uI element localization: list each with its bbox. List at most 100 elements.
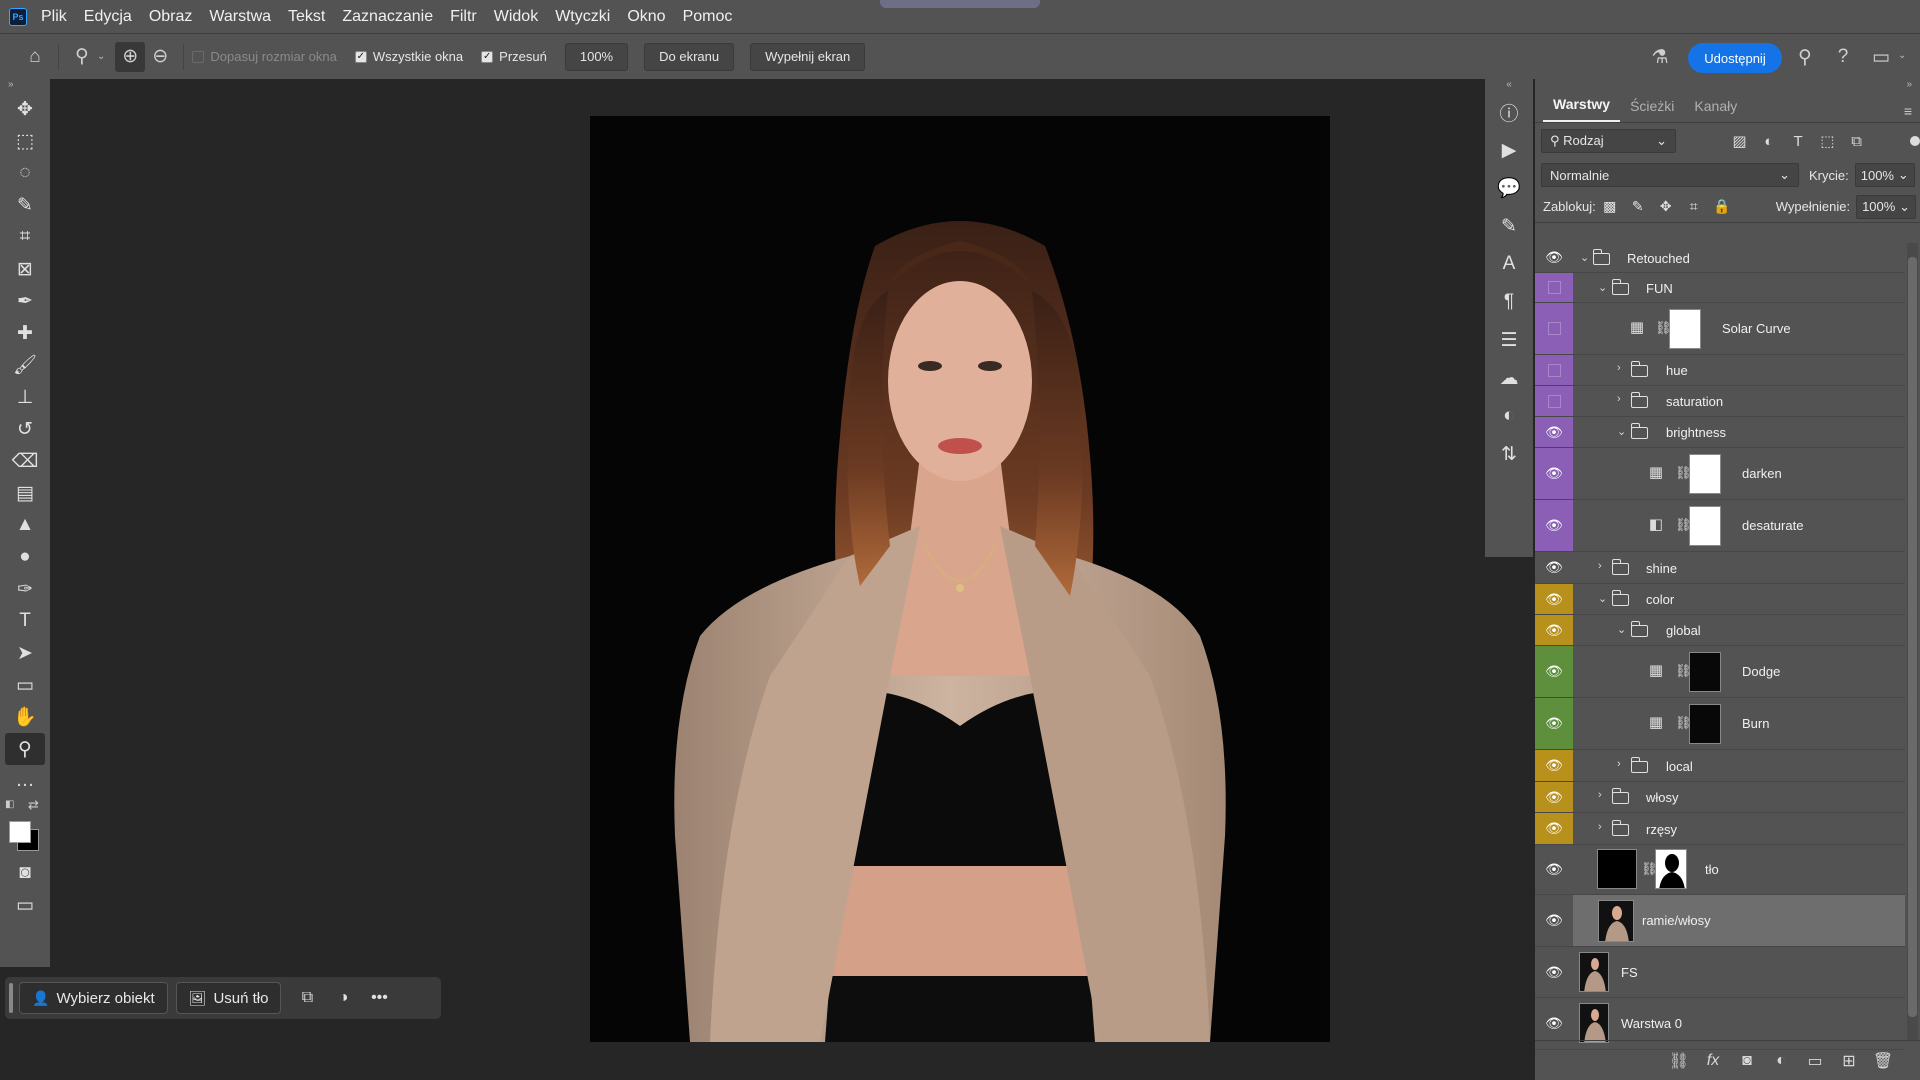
adjustments-icon[interactable]: ◐ <box>1485 397 1533 435</box>
layer-row[interactable]: 👁 ▦ ⛓ Burn <box>1535 698 1905 750</box>
layer-row[interactable]: › saturation <box>1535 386 1905 417</box>
actions-play-icon[interactable]: ▶ <box>1485 131 1533 169</box>
lock-all-icon[interactable]: 🔒 <box>1708 198 1736 215</box>
menu-layer[interactable]: Warstwa <box>209 8 271 26</box>
properties-icon[interactable]: ☰ <box>1485 321 1533 359</box>
remove-background-button[interactable]: 🖼 Usuń tło <box>175 982 282 1014</box>
menu-window[interactable]: Okno <box>627 8 665 26</box>
layer-row[interactable]: 👁 › local <box>1535 750 1905 782</box>
visibility-toggle[interactable] <box>1535 386 1573 416</box>
visibility-toggle[interactable]: 👁 <box>1535 813 1573 844</box>
comments-icon[interactable]: 💬 <box>1485 169 1533 207</box>
add-mask-icon[interactable]: ◙ <box>1730 1052 1764 1070</box>
healing-brush-tool-icon[interactable]: ✚ <box>5 317 45 349</box>
foreground-color-swatch[interactable] <box>9 821 31 843</box>
history-brush-tool-icon[interactable]: ↺ <box>5 413 45 445</box>
layer-mask-thumbnail[interactable] <box>1669 309 1701 349</box>
type-filter-icon[interactable]: T <box>1783 133 1812 150</box>
new-group-icon[interactable]: ▭ <box>1798 1051 1832 1071</box>
layer-mask-thumbnail[interactable] <box>1655 849 1687 889</box>
canvas-area[interactable] <box>50 79 1485 1080</box>
layer-row[interactable]: 👁 ⌄ Retouched <box>1535 243 1905 273</box>
layer-row[interactable]: ▦ ⛓ Solar Curve <box>1535 303 1905 355</box>
object-selection-tool-icon[interactable]: ✎ <box>5 189 45 221</box>
help-icon[interactable]: ? <box>1828 42 1858 72</box>
adjustment-icon[interactable]: ◑ <box>325 982 361 1014</box>
transform-icon[interactable]: ⧉ <box>289 982 325 1014</box>
layer-row[interactable]: 👁 › włosy <box>1535 782 1905 813</box>
zoom-percent-field[interactable]: 100% <box>564 42 629 71</box>
menu-image[interactable]: Obraz <box>149 8 193 26</box>
move-tool-icon[interactable]: ✥ <box>5 93 45 125</box>
fit-screen-button[interactable]: Do ekranu <box>644 42 735 71</box>
brush-settings-icon[interactable]: ✎ <box>1485 207 1533 245</box>
layer-mask-thumbnail[interactable] <box>1689 454 1721 494</box>
swap-colors-icon[interactable]: ⇄ <box>28 797 39 813</box>
menu-filter[interactable]: Filtr <box>450 8 477 26</box>
layer-mask-thumbnail[interactable] <box>1689 506 1721 546</box>
menu-select[interactable]: Zaznaczanie <box>342 8 433 26</box>
lock-artboard-icon[interactable]: ⌗ <box>1680 198 1708 215</box>
layer-row[interactable]: › hue <box>1535 355 1905 386</box>
taskbar-drag-handle[interactable] <box>9 983 13 1013</box>
chevron-right-icon[interactable]: › <box>1598 789 1602 801</box>
info-icon[interactable]: ⓘ <box>1485 93 1533 131</box>
layer-row[interactable]: 👁 ⌄ global <box>1535 615 1905 646</box>
layer-thumbnail[interactable] <box>1579 952 1609 992</box>
new-layer-icon[interactable]: ⊞ <box>1832 1051 1866 1071</box>
menu-help[interactable]: Pomoc <box>683 8 733 26</box>
default-colors-icon[interactable]: ◧ <box>5 799 14 810</box>
visibility-toggle[interactable]: 👁 <box>1535 500 1573 551</box>
opacity-field[interactable]: 100% ⌄ <box>1854 163 1915 187</box>
collapse-panel-icon[interactable]: « <box>1485 79 1533 93</box>
layer-row[interactable]: 👁 ⌄ brightness <box>1535 417 1905 448</box>
filter-kind-dropdown[interactable]: ⚲ Rodzaj ⌄ <box>1541 129 1677 153</box>
zoom-tool-preset-icon[interactable]: ⚲ <box>67 42 97 72</box>
shape-filter-icon[interactable]: ⬚ <box>1813 132 1842 150</box>
libraries-icon[interactable]: ☁ <box>1485 359 1533 397</box>
smart-object-filter-icon[interactable]: ⧉ <box>1842 133 1871 150</box>
search-icon[interactable]: ⚲ <box>1790 42 1820 72</box>
visibility-toggle[interactable]: 👁 <box>1535 895 1573 946</box>
visibility-toggle[interactable]: 👁 <box>1535 552 1573 583</box>
chevron-down-icon[interactable]: ⌄ <box>1580 251 1589 264</box>
pen-tool-icon[interactable]: ✑ <box>5 573 45 605</box>
lock-transparent-icon[interactable]: ▩ <box>1596 198 1624 215</box>
visibility-toggle[interactable]: 👁 <box>1535 845 1573 894</box>
tab-paths[interactable]: Ścieżki <box>1620 98 1684 122</box>
visibility-toggle[interactable] <box>1535 273 1573 302</box>
select-subject-button[interactable]: 👤 Wybierz obiekt <box>19 982 168 1014</box>
lasso-tool-icon[interactable]: ◌ <box>5 157 45 189</box>
layer-row[interactable]: 👁 ramie/włosy <box>1535 895 1905 947</box>
marquee-tool-icon[interactable]: ⬚ <box>5 125 45 157</box>
window-drag-handle[interactable] <box>880 0 1040 8</box>
chevron-down-icon[interactable]: ⌄ <box>1898 50 1906 61</box>
share-button[interactable]: Udostępnij <box>1688 43 1782 73</box>
document-image[interactable] <box>590 116 1330 1042</box>
character-icon[interactable]: A <box>1485 245 1533 283</box>
channels-icon[interactable]: ⇅ <box>1485 435 1533 473</box>
tab-layers[interactable]: Warstwy <box>1543 96 1621 122</box>
visibility-toggle[interactable]: 👁 <box>1535 417 1573 447</box>
screen-mode-icon[interactable]: ▭ <box>5 889 45 921</box>
crop-tool-icon[interactable]: ⌗ <box>5 221 45 253</box>
visibility-toggle[interactable]: 👁 <box>1535 448 1573 499</box>
layer-row[interactable]: 👁 › shine <box>1535 552 1905 584</box>
scrubby-zoom-checkbox[interactable]: ✓ Przesuń <box>481 49 547 64</box>
chevron-down-icon[interactable]: ⌄ <box>1598 592 1607 605</box>
link-layers-icon[interactable]: ⛓ <box>1662 1051 1696 1071</box>
more-options-icon[interactable]: ••• <box>361 982 397 1014</box>
layer-thumbnail[interactable] <box>1598 900 1634 942</box>
chevron-right-icon[interactable]: › <box>1617 393 1621 405</box>
visibility-toggle[interactable]: 👁 <box>1535 243 1573 272</box>
layer-mask-thumbnail[interactable] <box>1689 652 1721 692</box>
eyedropper-tool-icon[interactable]: ✒ <box>5 285 45 317</box>
layer-row[interactable]: 👁 ▦ ⛓ darken <box>1535 448 1905 500</box>
eraser-tool-icon[interactable]: ⌫ <box>5 445 45 477</box>
scrollbar-thumb[interactable] <box>1908 257 1917 1017</box>
fill-screen-button[interactable]: Wypełnij ekran <box>750 42 866 71</box>
zoom-in-icon[interactable]: ⊕ <box>115 41 146 72</box>
menu-edit[interactable]: Edycja <box>84 8 132 26</box>
edit-toolbar-icon[interactable]: … <box>5 765 45 797</box>
layer-row[interactable]: 👁 ▦ ⛓ Dodge <box>1535 646 1905 698</box>
